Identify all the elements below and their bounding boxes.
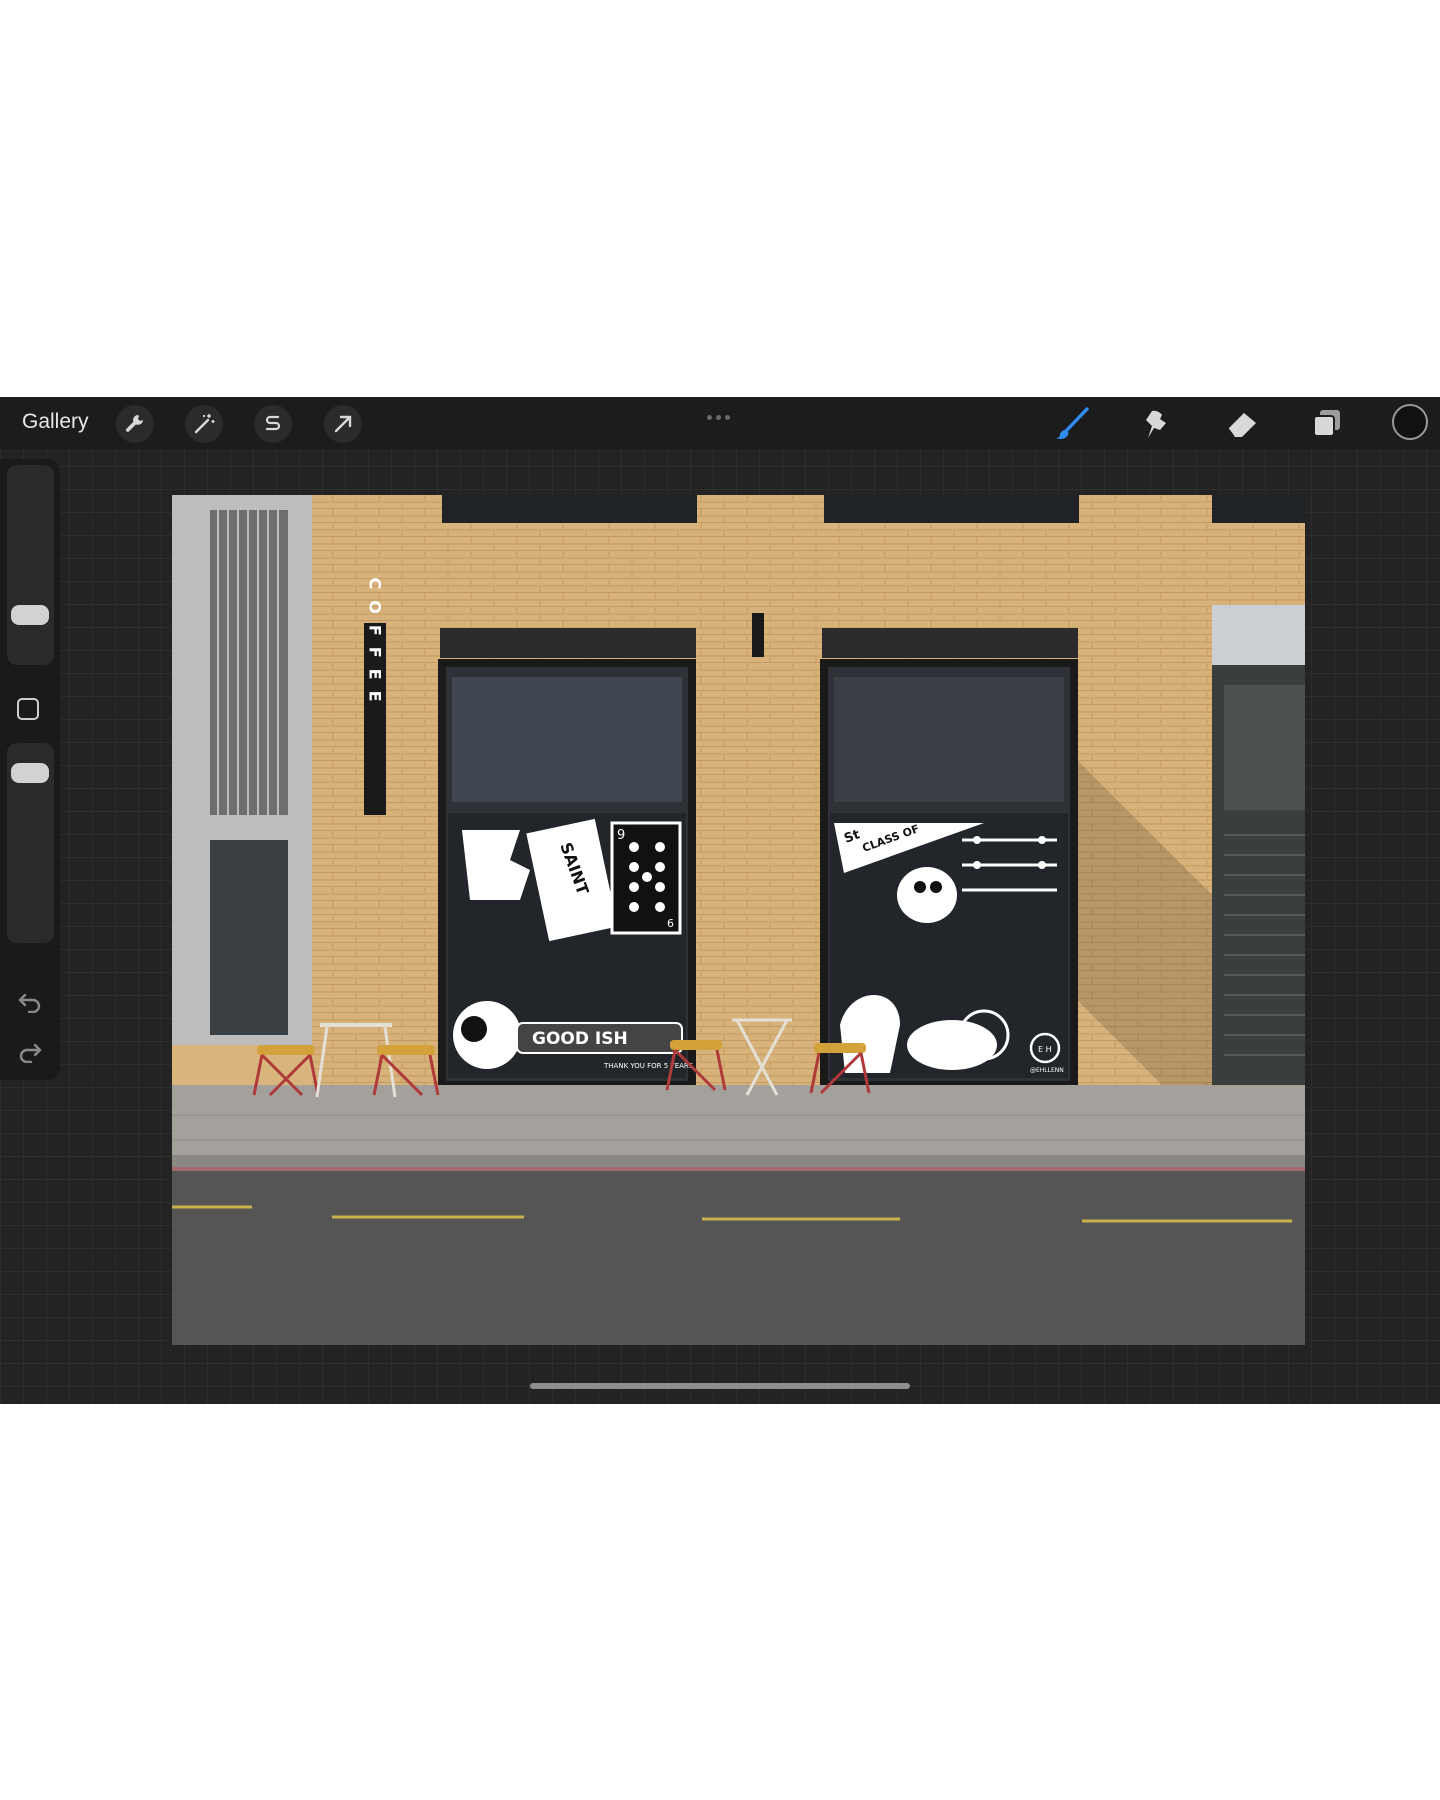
artist-tag: @EHLLENN: [1030, 1067, 1064, 1074]
coffee-sign-text: COFFEE: [366, 577, 385, 712]
actions-wrench-button[interactable]: [116, 405, 154, 443]
card-bottom-rank: 6: [667, 917, 674, 930]
selection-button[interactable]: [254, 405, 292, 443]
card-rank: 9: [617, 828, 625, 843]
color-swatch-icon[interactable]: [1392, 404, 1428, 440]
gallery-button[interactable]: Gallery: [22, 410, 89, 434]
eraser-icon[interactable]: [1224, 407, 1260, 441]
smudge-icon[interactable]: [1140, 407, 1174, 441]
procreate-app: Gallery COFFEE SAINT 9 6 GOOD ISH THANK …: [0, 397, 1440, 1404]
left-sidebar: [0, 459, 60, 1080]
good-ish-text: GOOD ISH: [532, 1029, 628, 1049]
logo-letters: E H: [1038, 1045, 1052, 1054]
more-dots-icon[interactable]: [707, 407, 735, 420]
storefront-artwork: COFFEE SAINT 9 6 GOOD ISH THANK YOU FOR …: [172, 495, 1305, 1345]
wrench-icon: [125, 415, 143, 432]
layers-icon[interactable]: [1309, 407, 1343, 441]
modify-button[interactable]: [17, 698, 39, 720]
opacity-handle[interactable]: [11, 763, 49, 783]
selection-s-icon: [265, 415, 281, 431]
redo-icon[interactable]: [17, 1039, 43, 1063]
brush-size-handle[interactable]: [11, 605, 49, 625]
brush-icon[interactable]: [1054, 407, 1090, 441]
home-indicator[interactable]: [530, 1383, 910, 1389]
thank-you-text: THANK YOU FOR 5 YEARS: [603, 1062, 694, 1070]
top-toolbar: Gallery: [0, 397, 1440, 449]
transform-button[interactable]: [324, 405, 362, 443]
magic-wand-icon: [194, 414, 215, 434]
transform-arrow-icon: [334, 415, 352, 433]
adjustments-button[interactable]: [185, 405, 223, 443]
drawing-canvas[interactable]: COFFEE SAINT 9 6 GOOD ISH THANK YOU FOR …: [172, 495, 1305, 1345]
brush-size-slider[interactable]: [7, 465, 54, 665]
undo-icon[interactable]: [17, 989, 43, 1013]
